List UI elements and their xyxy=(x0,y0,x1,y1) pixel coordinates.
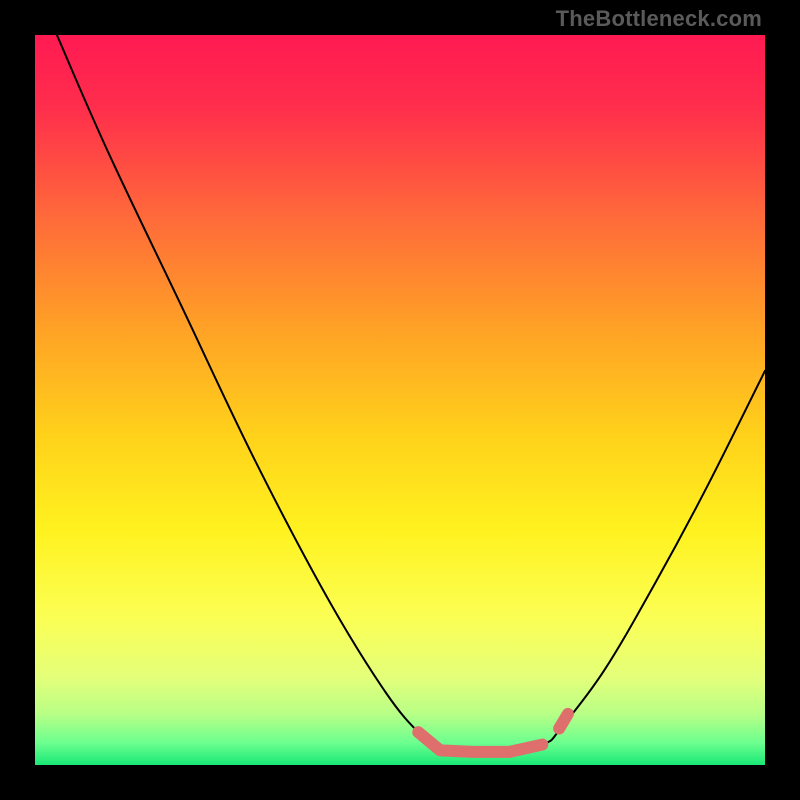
plot-area xyxy=(35,35,765,765)
highlight-group xyxy=(418,714,568,752)
flat-bottom-highlight xyxy=(418,732,542,752)
chart-frame: TheBottleneck.com xyxy=(0,0,800,800)
right-tick-highlight xyxy=(559,714,568,729)
curve-layer xyxy=(35,35,765,765)
watermark-text: TheBottleneck.com xyxy=(556,6,762,32)
bottleneck-curve xyxy=(57,35,765,752)
